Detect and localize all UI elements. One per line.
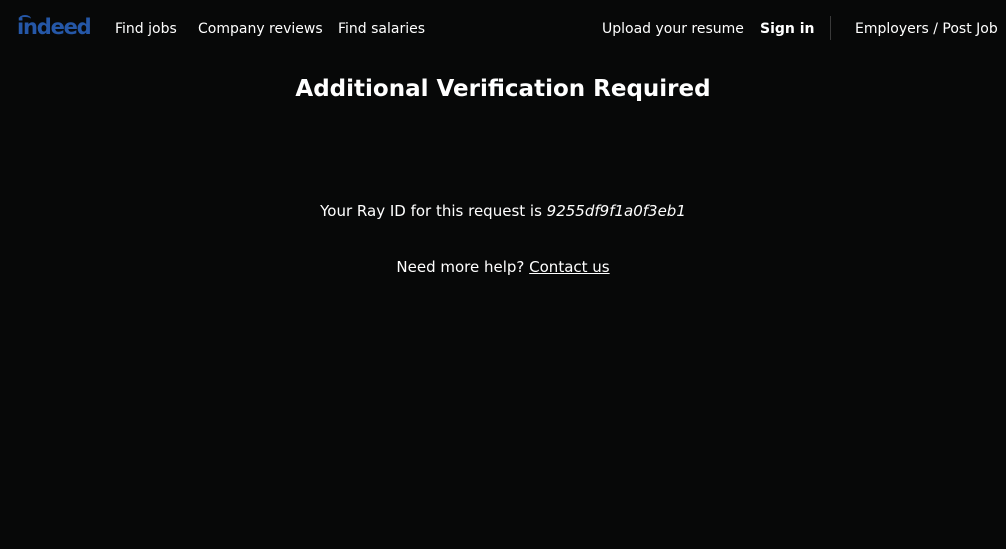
ray-id-message: Your Ray ID for this request is 9255df9f… bbox=[0, 200, 1006, 222]
nav-find-jobs[interactable]: Find jobs bbox=[115, 19, 177, 39]
ray-id-value: 9255df9f1a0f3eb1 bbox=[546, 202, 686, 220]
logo-arc-icon bbox=[19, 15, 31, 23]
help-prefix: Need more help? bbox=[396, 258, 525, 276]
indeed-logo[interactable]: indeed bbox=[17, 12, 92, 42]
top-navigation: indeed Find jobs Company reviews Find sa… bbox=[0, 0, 1006, 57]
nav-company-reviews[interactable]: Company reviews bbox=[198, 19, 323, 39]
sign-in-link[interactable]: Sign in bbox=[760, 19, 815, 39]
page-title: Additional Verification Required bbox=[295, 76, 711, 102]
employers-post-job-link[interactable]: Employers / Post Job bbox=[855, 19, 998, 39]
help-message: Need more help? Contact us bbox=[0, 256, 1006, 278]
contact-us-link[interactable]: Contact us bbox=[529, 258, 609, 276]
ray-id-prefix: Your Ray ID for this request is bbox=[320, 202, 542, 220]
nav-divider bbox=[830, 16, 831, 40]
nav-find-salaries[interactable]: Find salaries bbox=[338, 19, 425, 39]
upload-resume-link[interactable]: Upload your resume bbox=[602, 19, 744, 39]
